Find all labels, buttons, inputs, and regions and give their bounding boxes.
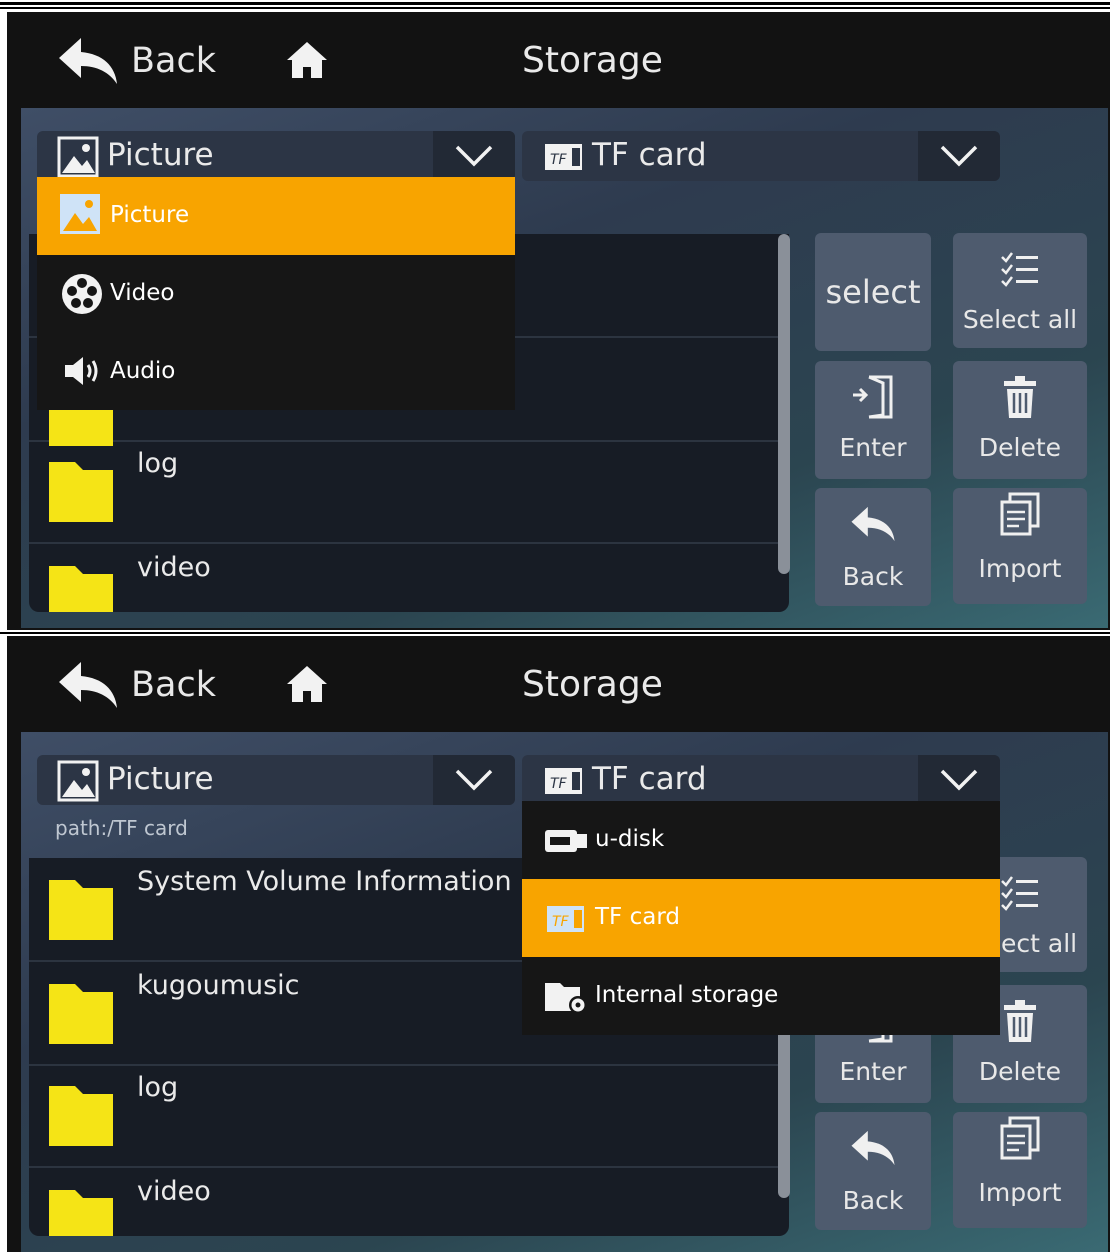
page-title: Storage [522,40,663,81]
chevron-down-icon[interactable] [918,131,1000,181]
tf-card-icon: TF [547,906,584,932]
menu-item-internal-storage[interactable]: Internal storage [522,957,1000,1035]
back-arrow-icon [815,1128,931,1168]
back-label: Back [842,562,904,591]
chevron-down-icon[interactable] [918,755,1000,805]
menu-item-audio[interactable]: Audio [37,333,515,411]
list-item[interactable]: log [29,440,789,544]
storage-menu: u-disk TF TF card Internal storage [522,801,1000,1035]
list-item-name: video [137,552,211,583]
folder-icon [49,984,113,1044]
back-label: Back [131,41,216,81]
back-arrow-icon [59,38,117,84]
list-item-name: log [137,448,179,479]
folder-storage-icon [545,983,587,1014]
storage-dropdown[interactable]: TF TF card [522,755,1000,805]
back-button[interactable]: Back [815,488,931,606]
svg-text:TF: TF [550,152,568,168]
enter-button[interactable]: Enter [815,361,931,479]
picture-icon [57,136,99,178]
back-arrow-icon [59,662,117,708]
back-arrow-icon [815,504,931,544]
trash-icon [953,375,1087,419]
enter-label: Enter [839,1057,907,1086]
page-title: Storage [522,664,663,705]
folder-icon [49,462,113,522]
delete-label: Delete [978,433,1062,462]
import-button[interactable]: Import [953,488,1087,604]
tf-card-icon: TF [545,768,582,794]
menu-item-label: TF card [595,904,680,930]
import-label: Import [978,554,1062,583]
menu-item-label: Audio [110,358,176,384]
menu-item-label: Internal storage [595,982,779,1008]
file-type-selected: Picture [107,137,214,173]
header-bar: Back Storage [7,636,1110,732]
header-bar: Back Storage [7,12,1110,108]
back-label: Back [131,665,216,705]
enter-door-icon [815,375,931,419]
select-label: select [825,273,921,311]
back-button[interactable]: Back [815,1112,931,1230]
menu-item-label: u-disk [595,826,665,852]
picture-icon [60,194,100,234]
back-label: Back [842,1186,904,1215]
select-all-label: Select all [962,305,1078,334]
folder-icon [49,566,113,612]
list-item-name: kugoumusic [137,970,300,1001]
screen-type-menu-open: Back Storage Picture TF TF card log vide… [7,12,1110,630]
list-item-name: log [137,1072,179,1103]
svg-text:TF: TF [552,914,570,930]
select-button[interactable]: select [815,233,931,351]
checklist-icon [953,251,1087,287]
storage-selected: TF card [592,137,707,173]
import-label: Import [978,1178,1062,1207]
file-type-menu: Picture Video Audio [37,177,515,410]
chevron-down-icon[interactable] [433,755,515,805]
scrollbar[interactable] [778,234,790,574]
film-reel-icon [62,274,102,314]
menu-item-video[interactable]: Video [37,255,515,333]
menu-item-label: Video [110,280,175,306]
import-documents-icon [953,492,1087,536]
enter-label: Enter [839,433,907,462]
home-icon[interactable] [285,40,329,80]
header-back-button[interactable]: Back [57,658,216,712]
file-type-dropdown[interactable]: Picture [37,131,515,181]
tf-card-icon: TF [545,144,582,170]
import-button[interactable]: Import [953,1112,1087,1228]
speaker-icon [65,357,98,385]
file-type-dropdown[interactable]: Picture [37,755,515,805]
svg-text:TF: TF [550,776,568,792]
storage-selected: TF card [592,761,707,797]
home-icon[interactable] [285,664,329,704]
folder-icon [49,880,113,940]
menu-item-picture[interactable]: Picture [37,177,515,255]
import-documents-icon [953,1116,1087,1160]
path-label: path:/TF card [55,816,188,840]
list-item[interactable]: video [29,544,789,612]
menu-item-u-disk[interactable]: u-disk [522,801,1000,879]
delete-button[interactable]: Delete [953,361,1087,479]
screen-storage-menu-open: Back Storage Picture TF TF card path:/TF… [7,636,1110,1252]
usb-drive-icon [545,830,587,852]
folder-icon [49,1086,113,1146]
chevron-down-icon[interactable] [433,131,515,181]
picture-icon [57,760,99,802]
folder-icon [49,1190,113,1236]
file-type-selected: Picture [107,761,214,797]
menu-item-label: Picture [110,202,190,228]
select-all-button[interactable]: Select all [953,233,1087,348]
storage-dropdown[interactable]: TF TF card [522,131,1000,181]
menu-item-tf-card[interactable]: TF TF card [522,879,1000,957]
list-item-name: System Volume Information [137,866,512,897]
header-back-button[interactable]: Back [57,34,216,88]
list-item[interactable]: log [29,1064,789,1168]
delete-label: Delete [978,1057,1062,1086]
list-item[interactable]: video [29,1168,789,1236]
list-item-name: video [137,1176,211,1207]
